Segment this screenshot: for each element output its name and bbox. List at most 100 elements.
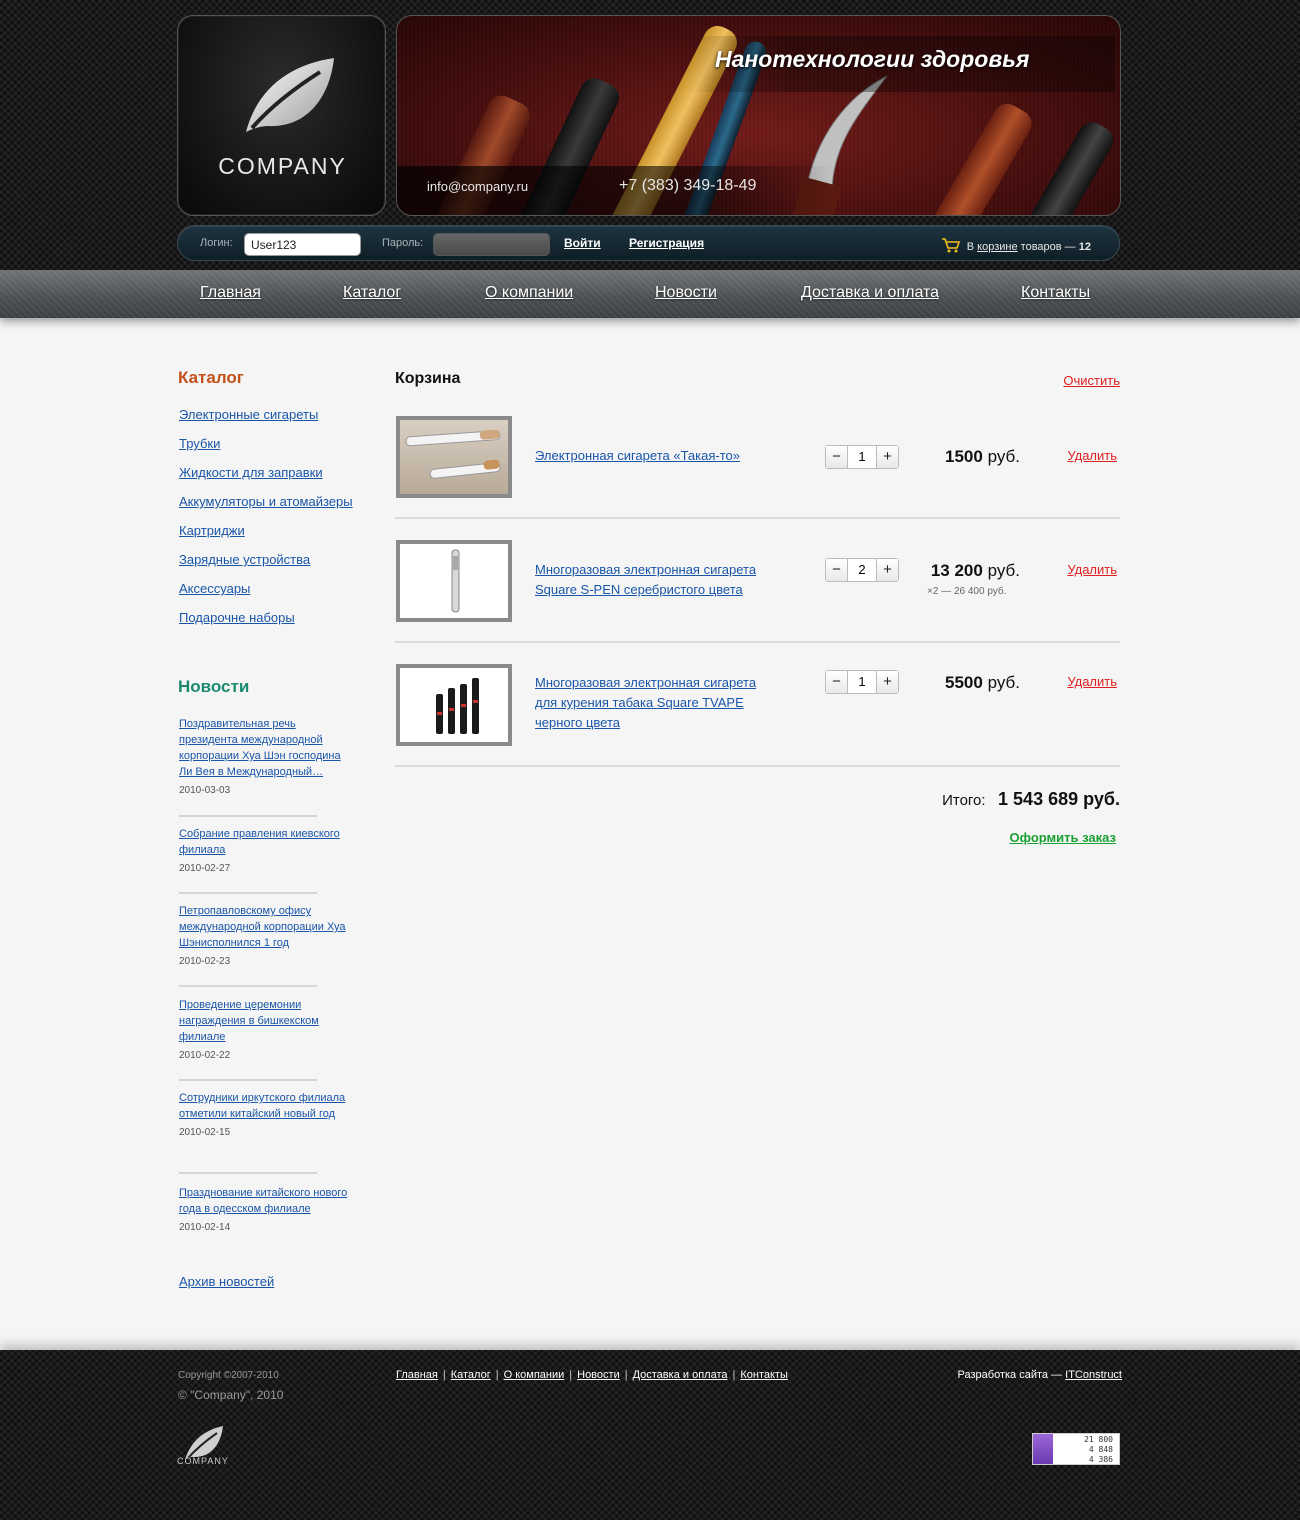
banner-contacts: info@company.ru +7 (383) 349-18-49 — [397, 166, 1120, 215]
developer-credit: Разработка сайта — ITConstruct — [958, 1369, 1122, 1381]
catalog-link[interactable]: Аксессуары — [179, 581, 250, 596]
price-subtotal: ×2 — 26 400 руб. — [927, 586, 1007, 597]
price-unit: руб. — [987, 447, 1020, 466]
news-link[interactable]: Сотрудники иркутского филиала отметили к… — [179, 1090, 349, 1122]
banner-slogan: Нанотехнологии здоровья — [685, 36, 1115, 92]
product-price: 5500 руб. — [945, 673, 1020, 693]
news-link[interactable]: Поздравительная речь президента междунар… — [179, 716, 349, 780]
counter-value: 21 800 — [1084, 1435, 1113, 1444]
footer-nav-home[interactable]: Главная — [396, 1369, 438, 1381]
password-input[interactable] — [433, 233, 550, 256]
news-title: Новости — [178, 677, 250, 696]
cart-link[interactable]: корзине — [977, 241, 1017, 253]
footer-nav-delivery[interactable]: Доставка и оплата — [633, 1369, 728, 1381]
nav-news[interactable]: Новости — [655, 284, 717, 302]
footer-nav-news[interactable]: Новости — [577, 1369, 620, 1381]
total-value: 1 543 689 руб. — [998, 789, 1120, 809]
header-banner: Нанотехнологии здоровья info@company.ru … — [396, 15, 1121, 216]
contact-phone: +7 (383) 349-18-49 — [619, 177, 757, 194]
footer-nav-catalog[interactable]: Каталог — [451, 1369, 491, 1381]
news-item: Проведение церемонии награждения в бишке… — [179, 997, 349, 1061]
nav-catalog[interactable]: Каталог — [343, 284, 401, 302]
catalog-link[interactable]: Аккумуляторы и атомайзеры — [179, 494, 353, 509]
news-archive-link[interactable]: Архив новостей — [179, 1274, 274, 1289]
catalog-link[interactable]: Зарядные устройства — [179, 552, 310, 567]
news-item: Сотрудники иркутского филиала отметили к… — [179, 1090, 349, 1138]
login-label: Логин: — [200, 237, 233, 249]
shopping-cart-icon[interactable] — [941, 237, 961, 253]
qty-increase-button[interactable]: + — [876, 559, 898, 581]
cart-prefix: В — [966, 241, 975, 253]
news-divider — [179, 1172, 317, 1174]
news-link[interactable]: Собрание правления киевского филиала — [179, 826, 349, 858]
register-link[interactable]: Регистрация — [629, 236, 704, 250]
qty-input[interactable] — [848, 671, 876, 693]
developer-link[interactable]: ITConstruct — [1065, 1369, 1122, 1381]
footer-nav-separator: | — [442, 1369, 446, 1381]
catalog-link[interactable]: Трубки — [179, 436, 220, 451]
delete-item-link[interactable]: Удалить — [1067, 674, 1117, 689]
footer-nav-about[interactable]: О компании — [504, 1369, 565, 1381]
checkout-button[interactable]: Оформить заказ — [1010, 830, 1116, 845]
product-price: 1500 руб. — [945, 447, 1020, 467]
news-item: Поздравительная речь президента междунар… — [179, 716, 349, 796]
qty-decrease-button[interactable]: − — [826, 559, 848, 581]
contact-email[interactable]: info@company.ru — [427, 179, 528, 194]
visit-counter[interactable]: 21 800 4 848 4 386 — [1032, 1433, 1120, 1465]
product-thumbnail[interactable] — [396, 664, 512, 746]
cart-count: 12 — [1078, 241, 1091, 253]
logo[interactable]: COMPANY — [177, 15, 386, 216]
news-link[interactable]: Проведение церемонии награждения в бишке… — [179, 997, 349, 1045]
catalog-link[interactable]: Подарочне наборы — [179, 610, 295, 625]
news-link[interactable]: Петропавловскому офису международной кор… — [179, 903, 349, 951]
slogan-text: Нанотехнологии здоровья — [715, 46, 1030, 72]
login-input[interactable] — [244, 233, 361, 256]
catalog-link[interactable]: Картриджи — [179, 523, 245, 538]
news-date: 2010-02-15 — [179, 1127, 231, 1138]
footer-nav-contacts[interactable]: Контакты — [740, 1369, 788, 1381]
counter-value: 4 386 — [1088, 1455, 1113, 1464]
news-divider — [179, 985, 317, 987]
product-thumbnail[interactable] — [396, 540, 512, 622]
news-link[interactable]: Празднование китайского нового года в од… — [179, 1185, 349, 1217]
catalog-link[interactable]: Жидкости для заправки — [179, 465, 323, 480]
quantity-stepper: − + — [825, 670, 899, 694]
news-date: 2010-02-23 — [179, 956, 231, 967]
footer: Copyright ©2007-2010 © "Company", 2010 C… — [0, 1350, 1300, 1520]
login-button[interactable]: Войти — [564, 236, 601, 250]
qty-decrease-button[interactable]: − — [826, 671, 848, 693]
news-date: 2010-02-14 — [179, 1222, 231, 1233]
delete-item-link[interactable]: Удалить — [1067, 448, 1117, 463]
total-label: Итого: — [942, 792, 986, 809]
footer-nav-separator: | — [624, 1369, 628, 1381]
qty-increase-button[interactable]: + — [876, 671, 898, 693]
nav-home[interactable]: Главная — [200, 284, 261, 302]
delete-item-link[interactable]: Удалить — [1067, 562, 1117, 577]
row-divider — [395, 517, 1120, 519]
catalog-link[interactable]: Электронные сигареты — [179, 407, 318, 422]
quantity-stepper: − + — [825, 445, 899, 469]
cart-row: Многоразовая электронная сигарета Square… — [395, 540, 1120, 664]
product-image — [451, 549, 460, 613]
footer-logo-text: COMPANY — [177, 1456, 229, 1466]
footer-nav: Главная | Каталог | О компании | Новости | Доста… — [396, 1369, 788, 1381]
qty-decrease-button[interactable]: − — [826, 446, 848, 468]
news-divider — [179, 892, 317, 894]
qty-input[interactable] — [848, 559, 876, 581]
clear-cart-link[interactable]: Очистить — [1063, 373, 1120, 388]
qty-increase-button[interactable]: + — [876, 446, 898, 468]
nav-delivery[interactable]: Доставка и оплата — [801, 284, 939, 302]
news-divider — [179, 815, 317, 817]
product-thumbnail[interactable] — [396, 416, 512, 498]
news-divider — [179, 1079, 317, 1081]
counter-value: 4 848 — [1088, 1445, 1113, 1454]
nav-about[interactable]: О компании — [485, 284, 573, 302]
developer-prefix: Разработка сайта — — [957, 1369, 1063, 1381]
leaf-logo-icon — [246, 58, 334, 132]
product-name-link[interactable]: Многоразовая электронная сигарета для ку… — [535, 673, 770, 733]
product-name-link[interactable]: Многоразовая электронная сигарета Square… — [535, 560, 770, 600]
news-date: 2010-02-22 — [179, 1050, 231, 1061]
qty-input[interactable] — [848, 446, 876, 468]
product-name-link[interactable]: Электронная сигарета «Такая-то» — [535, 446, 770, 466]
nav-contacts[interactable]: Контакты — [1021, 284, 1090, 302]
